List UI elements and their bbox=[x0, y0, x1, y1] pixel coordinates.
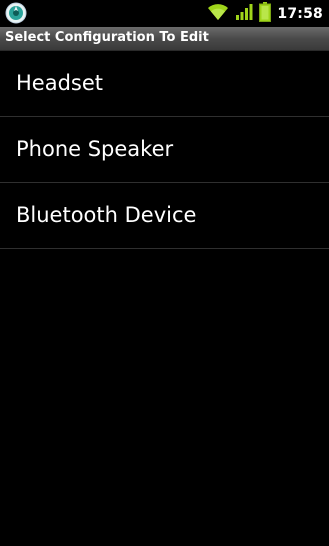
battery-icon bbox=[259, 1, 272, 26]
list-item-label: Headset bbox=[16, 71, 104, 95]
configuration-list: Headset Phone Speaker Bluetooth Device bbox=[0, 51, 329, 249]
signal-icon bbox=[235, 3, 253, 25]
status-bar: 17:58 bbox=[0, 0, 329, 27]
wifi-icon bbox=[207, 3, 229, 25]
list-item-headset[interactable]: Headset bbox=[0, 51, 329, 117]
list-item-label: Bluetooth Device bbox=[16, 203, 197, 227]
app-notification-icon bbox=[5, 2, 27, 24]
list-item-phone-speaker[interactable]: Phone Speaker bbox=[0, 117, 329, 183]
list-item-label: Phone Speaker bbox=[16, 137, 174, 161]
clock: 17:58 bbox=[277, 5, 323, 22]
title-bar: Select Configuration To Edit bbox=[0, 27, 329, 51]
status-icons: 17:58 bbox=[207, 0, 323, 27]
list-item-bluetooth-device[interactable]: Bluetooth Device bbox=[0, 183, 329, 249]
page-title: Select Configuration To Edit bbox=[5, 30, 209, 45]
